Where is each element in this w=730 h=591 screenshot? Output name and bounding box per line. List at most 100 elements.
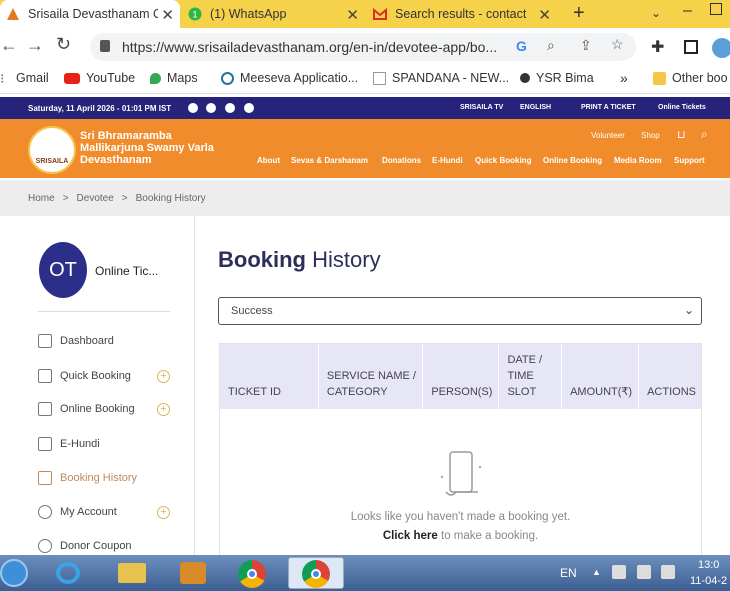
org-name-line: Sri Bhramaramba — [80, 130, 172, 142]
youtube-icon[interactable] — [225, 103, 235, 113]
bookmark-gmail[interactable]: Gmail — [16, 71, 49, 85]
taskbar-chrome[interactable] — [226, 557, 282, 589]
back-icon[interactable]: ← — [0, 35, 18, 56]
tab-list-chevron-icon[interactable]: ⌄ — [651, 6, 661, 20]
nav-quick-booking[interactable]: Quick Booking — [475, 156, 531, 165]
srisaila-tv-link[interactable]: SRISAILA TV — [460, 104, 503, 111]
extensions-icon[interactable]: ✚ — [651, 37, 664, 57]
windows-taskbar: EN ▲ 13:0 11-04-2 — [0, 555, 730, 591]
nav-media-room[interactable]: Media Room — [614, 156, 662, 165]
bookmark-meeseva[interactable]: Meeseva Applicatio... — [221, 71, 358, 85]
clock-time[interactable]: 13:0 — [698, 559, 719, 571]
current-date: Saturday, 11 April 2026 - 01:01 PM IST — [28, 104, 172, 113]
sidebar-item-donor-coupon[interactable]: Donor Coupon — [38, 539, 132, 553]
bookmarks-bar: ⁝⁝ Gmail YouTube Maps Meeseva Applicatio… — [0, 66, 730, 94]
nav-sevas-darshanam[interactable]: Sevas & Darshanam — [291, 156, 368, 165]
network-icon[interactable] — [612, 565, 626, 579]
close-tab-icon[interactable]: ✕ — [346, 6, 359, 24]
temple-icon — [38, 402, 52, 416]
expand-plus-icon[interactable]: + — [157, 403, 170, 416]
sidebar-item-label: My Account — [60, 506, 117, 518]
status-filter-select[interactable]: Success ⌄ — [218, 297, 702, 325]
sidebar-item-e-hundi[interactable]: E-Hundi — [38, 437, 100, 451]
taskbar-explorer[interactable] — [104, 557, 160, 589]
language-link[interactable]: ENGLISH — [520, 104, 551, 111]
language-indicator[interactable]: EN — [560, 566, 577, 580]
more-bookmarks-icon[interactable]: » — [620, 70, 628, 86]
taskbar-media-player[interactable] — [166, 557, 222, 589]
sidebar-item-quick-booking[interactable]: Quick Booking — [38, 369, 131, 383]
restore-icon[interactable] — [710, 3, 722, 15]
new-tab-button[interactable]: + — [573, 2, 585, 25]
taskbar-chrome-active[interactable] — [288, 557, 344, 589]
clock-date[interactable]: 11-04-2 — [690, 575, 727, 587]
facebook-icon[interactable] — [188, 103, 198, 113]
sidebar-item-label: Donor Coupon — [60, 540, 132, 552]
bookmark-ysr-bima[interactable]: YSR Bima — [520, 71, 594, 85]
share-icon[interactable]: ⇪ — [580, 37, 592, 54]
lock-icon — [100, 40, 110, 52]
close-tab-icon[interactable]: ✕ — [538, 6, 551, 24]
site-logo[interactable]: SRISAILA — [28, 126, 76, 174]
nav-online-booking[interactable]: Online Booking — [543, 156, 602, 165]
nav-e-hundi[interactable]: E-Hundi — [432, 156, 463, 165]
folder-icon — [653, 71, 666, 85]
tab-srisaila[interactable]: Srisaila Devasthanam O ✕ — [0, 0, 180, 28]
nav-donations[interactable]: Donations — [382, 156, 421, 165]
taskbar-ie[interactable] — [40, 557, 96, 589]
sidebar-item-my-account[interactable]: My Account — [38, 505, 117, 519]
online-tickets-link[interactable]: Online Tickets — [658, 104, 706, 111]
cart-icon[interactable]: ⊔ — [677, 128, 686, 141]
shop-link[interactable]: Shop — [641, 131, 660, 140]
breadcrumb-devotee[interactable]: Devotee — [77, 193, 114, 204]
google-lens-icon[interactable]: G — [516, 38, 527, 54]
bookmark-label: SPANDANA - NEW... — [392, 71, 510, 85]
expand-plus-icon[interactable]: + — [157, 506, 170, 519]
zoom-icon[interactable]: ⌕ — [547, 37, 555, 54]
reload-icon[interactable]: ↻ — [56, 34, 71, 55]
tray-arrow-icon[interactable]: ▲ — [592, 567, 601, 577]
close-tab-icon[interactable]: ✕ — [161, 6, 174, 24]
tab-label: Search results - contact — [395, 7, 527, 21]
bookmark-star-icon[interactable]: ☆ — [611, 36, 624, 53]
col-label: TIME — [507, 370, 534, 382]
url-text: https://www.srisailadevasthanam.org/en-i… — [122, 39, 498, 55]
sidebar-item-online-booking[interactable]: Online Booking — [38, 402, 135, 416]
logo-text: SRISAILA — [35, 157, 69, 165]
maps-pin-icon — [150, 72, 161, 84]
bookmark-maps[interactable]: Maps — [150, 71, 198, 85]
address-bar[interactable]: https://www.srisailadevasthanam.org/en-i… — [90, 33, 636, 61]
bookmark-youtube[interactable]: YouTube — [64, 71, 135, 85]
volume-muted-icon[interactable] — [661, 565, 675, 579]
whatsapp-icon: 1 — [188, 7, 202, 21]
instagram-icon[interactable] — [244, 103, 254, 113]
folder-icon — [118, 563, 146, 583]
bookmark-spandana[interactable]: SPANDANA - NEW... — [373, 71, 509, 85]
nav-support[interactable]: Support — [674, 156, 705, 165]
click-here-link[interactable]: Click here — [383, 530, 438, 542]
twitter-icon[interactable] — [206, 103, 216, 113]
sidebar-item-label: Online Booking — [60, 403, 135, 415]
expand-plus-icon[interactable]: + — [157, 370, 170, 383]
tab-whatsapp[interactable]: 1 (1) WhatsApp ✕ — [182, 0, 365, 28]
bookmark-label: Gmail — [16, 71, 49, 85]
nav-about[interactable]: About — [257, 156, 280, 165]
other-bookmarks[interactable]: Other boo — [653, 71, 728, 85]
print-ticket-link[interactable]: PRINT A TICKET — [581, 104, 636, 111]
search-icon[interactable]: ⌕ — [701, 127, 708, 142]
side-panel-icon[interactable] — [684, 40, 698, 54]
breadcrumb-current: Booking History — [135, 192, 206, 204]
tab-gmail-search[interactable]: Search results - contact ✕ — [367, 0, 557, 28]
bookmarks-apps-icon[interactable]: ⁝⁝ — [0, 71, 4, 87]
profile-avatar[interactable] — [712, 38, 730, 58]
volunteer-link[interactable]: Volunteer — [591, 131, 625, 140]
forward-icon[interactable]: → — [26, 35, 44, 56]
tab-label: Srisaila Devasthanam O — [28, 7, 158, 21]
minimize-icon[interactable]: – — [683, 2, 692, 20]
start-orb-icon[interactable] — [0, 559, 28, 587]
sidebar-item-booking-history[interactable]: Booking History — [38, 471, 137, 485]
action-center-icon[interactable] — [637, 565, 651, 579]
srisaila-favicon-icon — [7, 8, 19, 20]
sidebar-item-dashboard[interactable]: Dashboard — [38, 334, 114, 348]
breadcrumb-home[interactable]: Home — [28, 193, 55, 204]
